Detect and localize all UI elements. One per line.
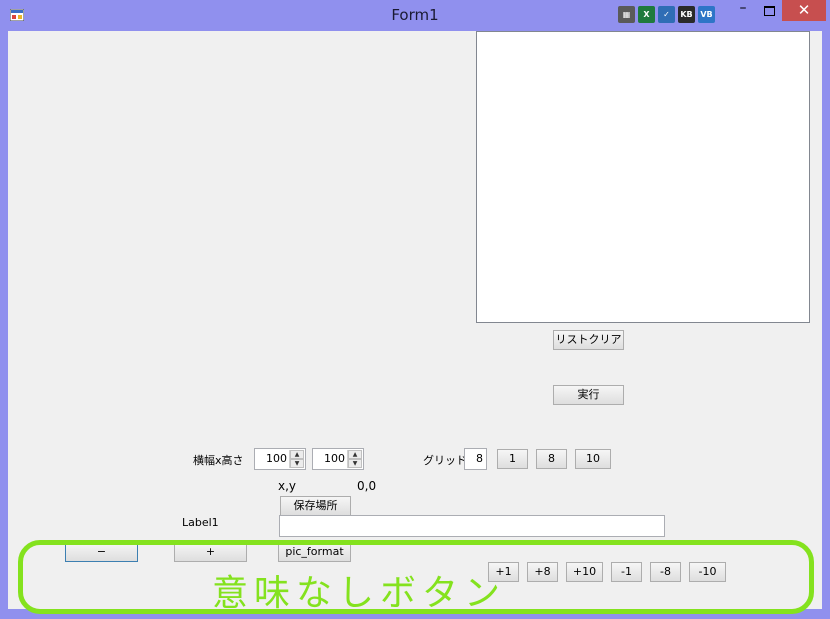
- spin-down-icon[interactable]: ▼: [290, 459, 304, 468]
- close-icon: ✕: [797, 1, 811, 19]
- excel-icon[interactable]: X: [638, 6, 655, 23]
- calendar-icon[interactable]: ▦: [618, 6, 635, 23]
- height-value: 100: [324, 452, 345, 465]
- form-client-area: リストクリア 実行 横幅x高さ 100 ▲ ▼ 100 ▲ ▼ グリッド 8 1…: [8, 31, 822, 609]
- grid-1-button[interactable]: 1: [497, 449, 528, 469]
- xy-label: x,y: [278, 479, 297, 493]
- run-button[interactable]: 実行: [553, 385, 624, 405]
- outlook-icon[interactable]: ✓: [658, 6, 675, 23]
- save-location-button[interactable]: 保存場所: [280, 496, 351, 516]
- list-clear-button[interactable]: リストクリア: [553, 330, 624, 350]
- vb-icon[interactable]: VB: [698, 6, 715, 23]
- grid-10-button[interactable]: 10: [575, 449, 611, 469]
- form-window: Form1 ▦ X ✓ KB VB – ✕ リストクリア 実行 横幅x高さ 10…: [0, 0, 830, 619]
- spin-up-icon[interactable]: ▲: [290, 450, 304, 459]
- spin-down-icon[interactable]: ▼: [348, 459, 362, 468]
- spin-up-icon[interactable]: ▲: [348, 450, 362, 459]
- label1: Label1: [182, 516, 219, 529]
- close-button[interactable]: ✕: [782, 0, 826, 21]
- title-toolbar-icons: ▦ X ✓ KB VB: [618, 6, 715, 23]
- output-listbox[interactable]: [476, 31, 810, 323]
- grid-8-button[interactable]: 8: [536, 449, 567, 469]
- minimize-button[interactable]: –: [730, 0, 756, 21]
- maximize-button[interactable]: [756, 0, 782, 21]
- grid-label: グリッド: [423, 454, 467, 467]
- minimize-icon: –: [739, 0, 747, 16]
- width-value: 100: [266, 452, 287, 465]
- annotation-label: 意味なしボタン: [212, 573, 507, 614]
- height-stepper[interactable]: 100 ▲ ▼: [312, 448, 364, 470]
- width-stepper[interactable]: 100 ▲ ▼: [254, 448, 306, 470]
- title-bar[interactable]: Form1 ▦ X ✓ KB VB – ✕: [0, 0, 830, 31]
- height-spin: ▲ ▼: [347, 450, 362, 468]
- width-spin: ▲ ▼: [289, 450, 304, 468]
- xy-value: 0,0: [357, 479, 377, 493]
- grid-value: 8: [476, 452, 483, 465]
- save-path-input[interactable]: [279, 515, 665, 537]
- grid-input[interactable]: 8: [464, 448, 487, 470]
- size-label: 横幅x高さ: [193, 454, 244, 467]
- kb-icon[interactable]: KB: [678, 6, 695, 23]
- maximize-icon: [764, 6, 775, 16]
